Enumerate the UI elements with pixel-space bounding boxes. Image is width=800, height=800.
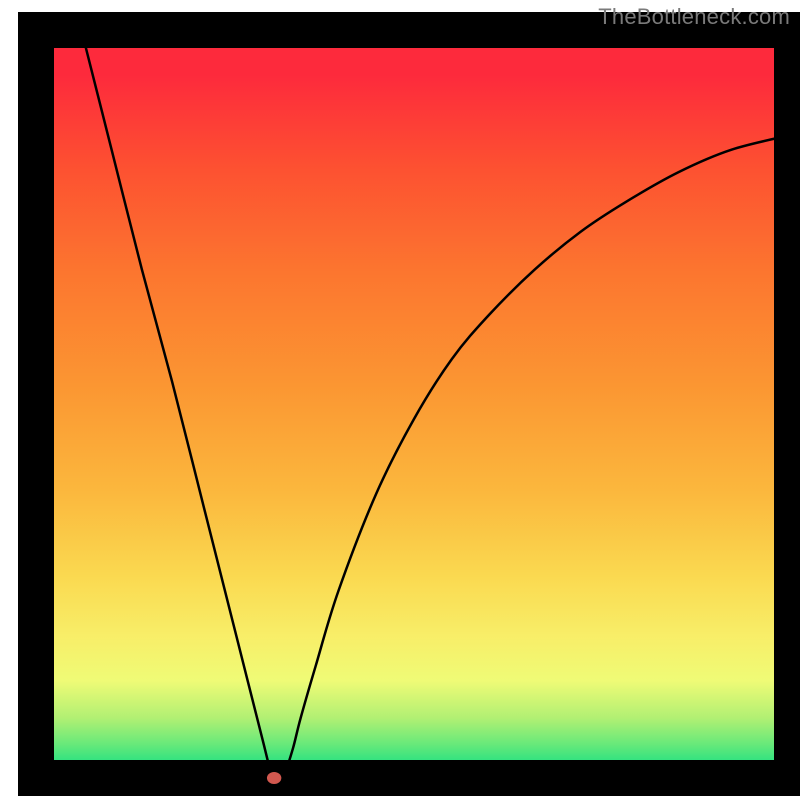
chart-container: { "attribution": "TheBottleneck.com", "c… (0, 0, 800, 800)
chart-background (36, 30, 792, 778)
attribution-text: TheBottleneck.com (598, 4, 790, 30)
optimum-marker (267, 772, 281, 784)
bottleneck-chart (0, 0, 800, 800)
